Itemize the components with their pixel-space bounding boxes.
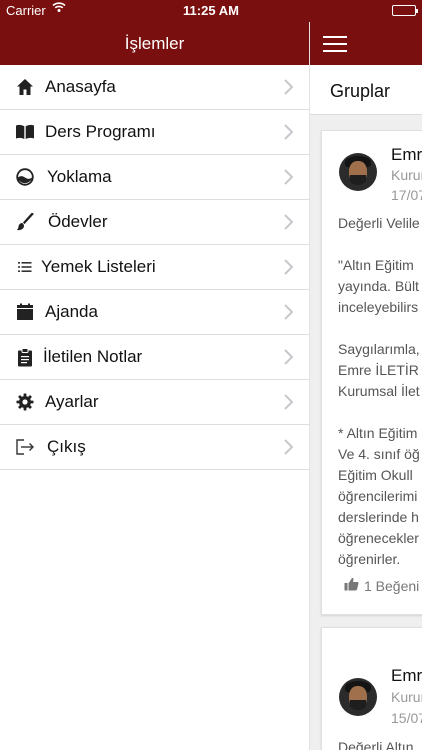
menu-label: Ajanda xyxy=(45,302,98,321)
menu-item-yoklama[interactable]: Yoklama xyxy=(0,155,309,200)
chevron-right-icon xyxy=(284,259,294,280)
menu-item-ajanda[interactable]: Ajanda xyxy=(0,290,309,335)
post-card[interactable]: Emr Kurum 17/07 Değerli Velile "Altın Eğ… xyxy=(321,130,422,615)
chevron-right-icon xyxy=(284,214,294,235)
post-date: 17/07 xyxy=(391,187,422,203)
post-paragraph: "Altın Eğitim yayında. Bült inceleyebili… xyxy=(338,255,420,318)
avatar xyxy=(339,678,377,716)
menu-label: Çıkış xyxy=(47,437,86,456)
menu-item-iletilen-notlar[interactable]: İletilen Notlar xyxy=(0,335,309,380)
logout-icon xyxy=(15,437,35,457)
menu-item-cikis[interactable]: Çıkış xyxy=(0,425,309,470)
chevron-right-icon xyxy=(284,349,294,370)
battery-icon xyxy=(392,5,418,16)
attendance-icon xyxy=(15,167,35,187)
like-button[interactable]: 1 Beğeni xyxy=(344,577,419,594)
chevron-right-icon xyxy=(284,304,294,325)
post-line: Değerli Altın xyxy=(338,739,414,750)
menu-item-odevler[interactable]: Ödevler xyxy=(0,200,309,245)
post-paragraph: Değerli Velile xyxy=(338,213,420,234)
menu-item-anasayfa[interactable]: Anasayfa xyxy=(0,65,309,110)
post-line: Değerli Velile xyxy=(338,215,420,231)
home-icon xyxy=(15,77,35,97)
list-icon xyxy=(15,257,35,277)
post-line: derslerinde h xyxy=(338,509,419,525)
avatar xyxy=(339,153,377,191)
post-author: Emr xyxy=(391,666,422,685)
chevron-right-icon xyxy=(284,124,294,145)
post-line: yayında. Bült xyxy=(338,278,419,294)
status-time: 11:25 AM xyxy=(183,3,239,18)
post-paragraph: * Altın Eğitim Ve 4. sınıf öğ Eğitim Oku… xyxy=(338,423,420,570)
menu-label: İletilen Notlar xyxy=(43,347,143,366)
chevron-right-icon xyxy=(284,439,294,460)
navigation-drawer: İşlemler Anasayfa Ders Programı Yoklama xyxy=(0,0,310,750)
post-author: Emr xyxy=(391,145,422,164)
post-body: Değerli Velile "Altın Eğitim yayında. Bü… xyxy=(338,213,420,591)
menu-label: Ödevler xyxy=(48,212,108,231)
menu-label: Ders Programı xyxy=(45,122,156,141)
thumbs-up-icon xyxy=(344,577,359,594)
post-line: öğrenirler. xyxy=(338,551,401,567)
post-paragraph: Saygılarımla, Emre İLETİR Kurumsal İlet xyxy=(338,339,420,402)
post-line: Ve 4. sınıf öğ xyxy=(338,446,420,462)
post-line: öğrenecekler xyxy=(338,530,419,546)
menu-label: Yoklama xyxy=(47,167,112,186)
post-date: 15/07 xyxy=(391,710,422,726)
post-line: "Altın Eğitim xyxy=(338,257,414,273)
hamburger-menu-icon[interactable] xyxy=(323,36,347,54)
post-card[interactable]: Emr Kurum 15/07 Değerli Altın xyxy=(321,627,422,750)
chevron-right-icon xyxy=(284,169,294,190)
post-subtitle: Kurum xyxy=(391,167,422,183)
post-line: Emre İLETİR xyxy=(338,362,419,378)
like-count: 1 Beğeni xyxy=(364,577,420,594)
drawer-title: İşlemler xyxy=(124,34,185,53)
post-body: Değerli Altın xyxy=(338,737,413,750)
groups-bar[interactable]: Gruplar xyxy=(310,65,422,115)
menu-item-ayarlar[interactable]: Ayarlar xyxy=(0,380,309,425)
post-line: Saygılarımla, xyxy=(338,341,420,357)
groups-title: Gruplar xyxy=(330,81,391,101)
post-line: Eğitim Okull xyxy=(338,467,413,483)
status-bar: Carrier 11:25 AM xyxy=(0,0,422,22)
post-line: öğrencilerimi xyxy=(338,488,418,504)
menu-item-yemek-listeleri[interactable]: Yemek Listeleri xyxy=(0,245,309,290)
menu-label: Ayarlar xyxy=(45,392,99,411)
post-line: * Altın Eğitim xyxy=(338,425,418,441)
post-subtitle: Kurum xyxy=(391,689,422,705)
drawer-menu: Anasayfa Ders Programı Yoklama Ödevler Y… xyxy=(0,65,309,470)
menu-label: Anasayfa xyxy=(45,77,116,96)
chevron-right-icon xyxy=(284,79,294,100)
chevron-right-icon xyxy=(284,394,294,415)
gear-icon xyxy=(15,392,35,412)
main-panel: Gruplar Emr Kurum 17/07 Değerli Velile "… xyxy=(310,0,422,750)
brush-icon xyxy=(15,212,35,232)
post-line: inceleyebilirs xyxy=(338,299,419,315)
menu-item-ders-programi[interactable]: Ders Programı xyxy=(0,110,309,155)
menu-label: Yemek Listeleri xyxy=(41,257,156,276)
calendar-icon xyxy=(15,302,35,322)
post-line: Kurumsal İlet xyxy=(338,383,420,399)
clipboard-icon xyxy=(15,347,35,367)
book-icon xyxy=(15,122,35,142)
